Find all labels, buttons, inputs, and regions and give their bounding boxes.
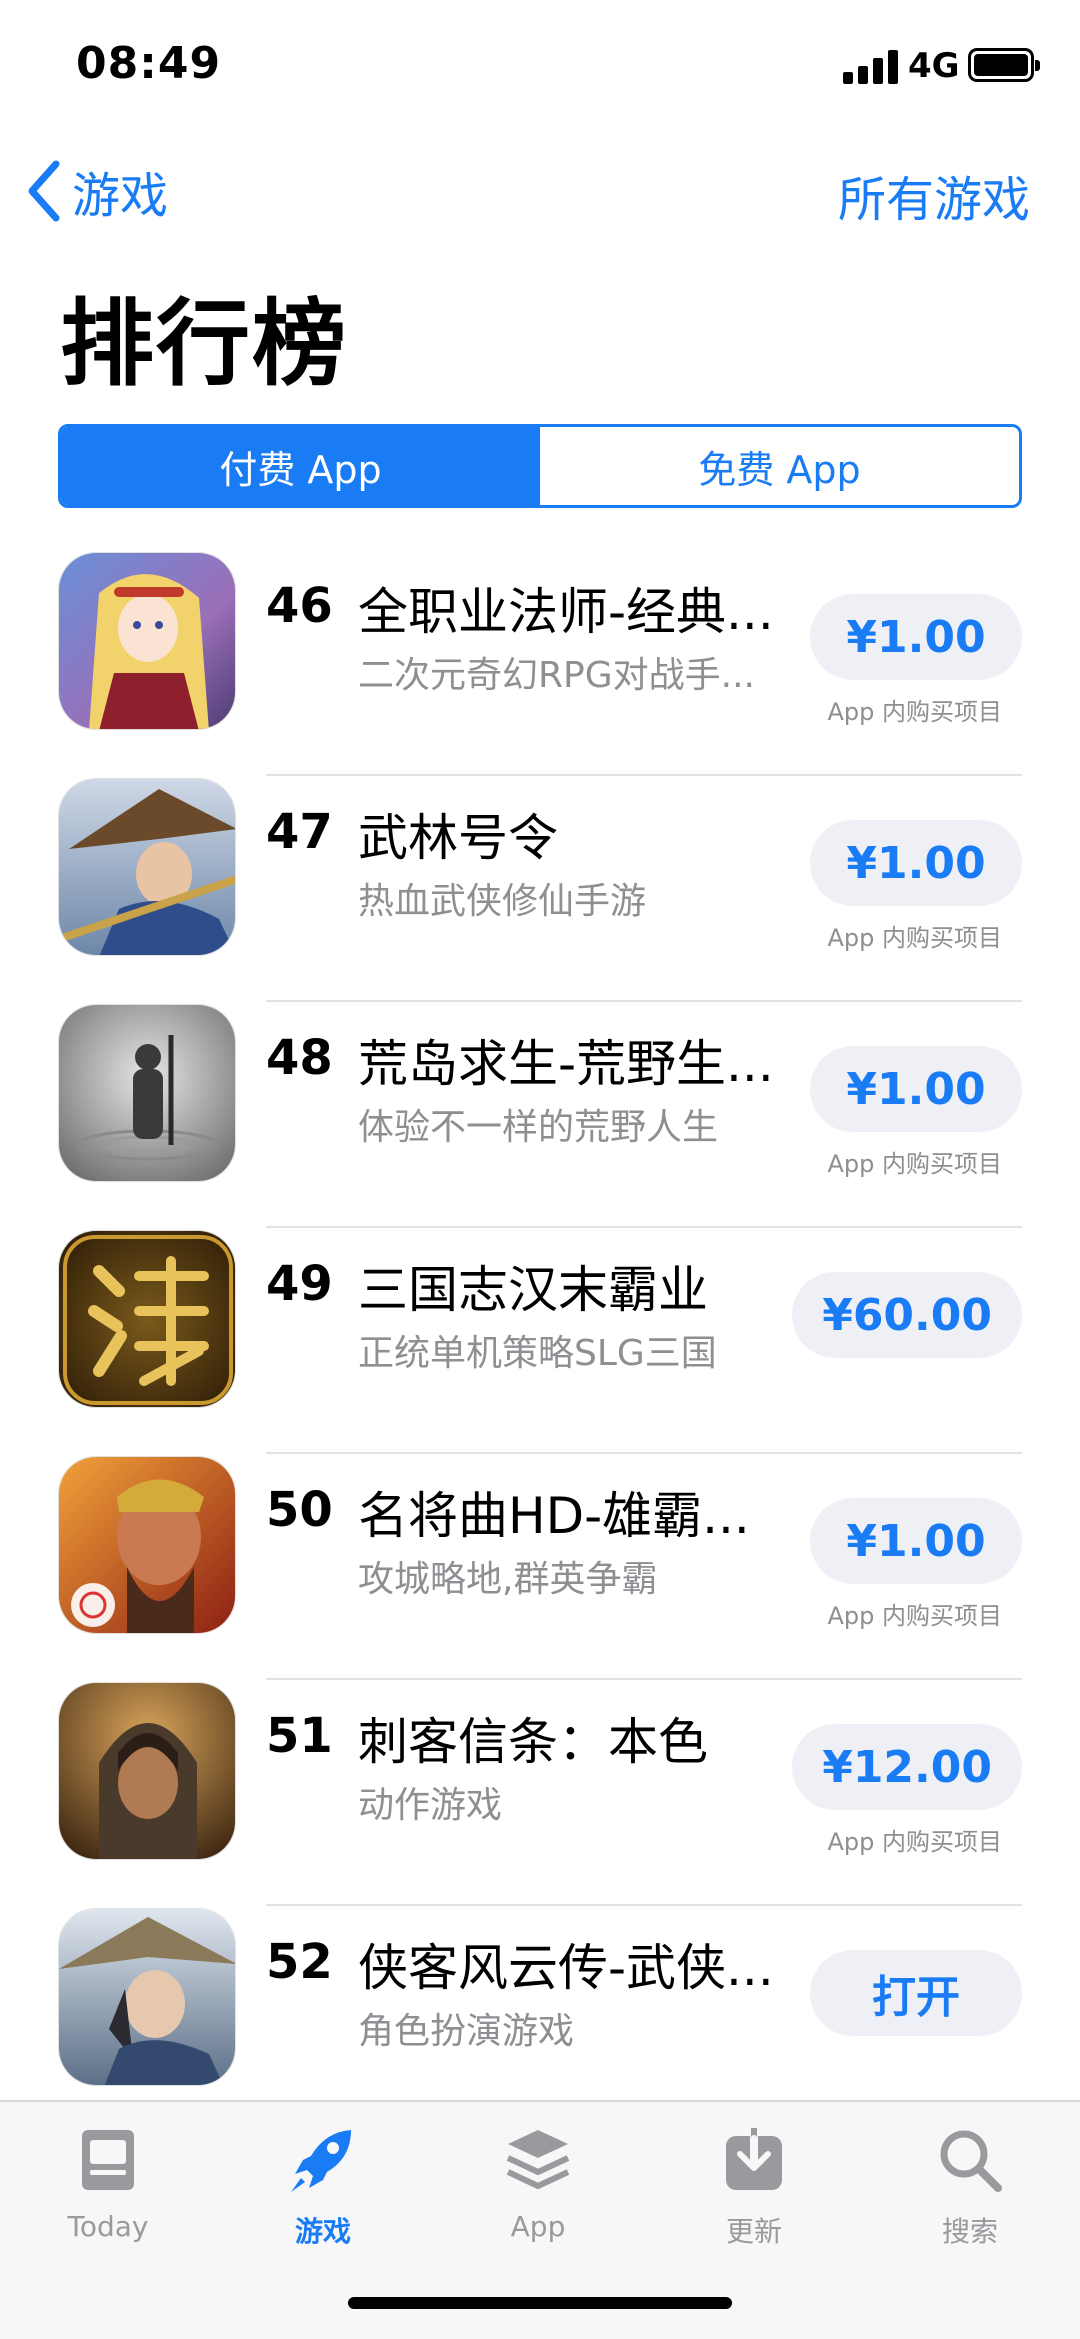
wuxia-hero-icon[interactable]: [58, 1908, 236, 2086]
app-name[interactable]: 三国志汉末霸业: [358, 1250, 778, 1322]
app-name[interactable]: 武林号令: [358, 798, 778, 870]
app-subtitle: 二次元奇幻RPG对战手...: [358, 655, 755, 696]
list-item[interactable]: 46 全职业法师-经典... 二次元奇幻RPG对战手... ¥1.00 App …: [0, 550, 1080, 776]
app-subtitle: 攻城略地,群英争霸: [358, 1559, 658, 1600]
general-warrior-icon[interactable]: [58, 1456, 236, 1634]
tab-label: 更新: [725, 2215, 782, 2248]
rocket-icon: [291, 2130, 351, 2192]
price-button[interactable]: ¥60.00: [792, 1272, 1022, 1358]
home-indicator: [348, 2297, 732, 2309]
rank-number: 49: [266, 1256, 333, 1312]
tab-label: 游戏: [294, 2215, 351, 2248]
list-item[interactable]: 51 刺客信条：本色 动作游戏 ¥12.00 App 内购买项目: [0, 1680, 1080, 1906]
in-app-purchase-note: App 内购买项目: [827, 924, 1002, 952]
tab-games[interactable]: 游戏: [253, 2122, 393, 2250]
swordsman-hat-icon[interactable]: [58, 778, 236, 956]
list-item[interactable]: 47 武林号令 热血武侠修仙手游 ¥1.00 App 内购买项目: [0, 776, 1080, 1002]
app-subtitle: 动作游戏: [358, 1785, 503, 1826]
back-button[interactable]: 游戏: [24, 158, 168, 224]
list-item[interactable]: 49 三国志汉末霸业 正统单机策略SLG三国 ¥60.00: [0, 1228, 1080, 1454]
app-name[interactable]: 侠客风云传-武侠...: [358, 1928, 778, 2000]
price-button[interactable]: ¥1.00: [810, 1046, 1022, 1132]
assassin-hood-icon[interactable]: [58, 1682, 236, 1860]
all-games-link[interactable]: 所有游戏: [838, 160, 1030, 230]
tab-updates[interactable]: 更新: [684, 2122, 824, 2250]
app-name[interactable]: 荒岛求生-荒野生...: [358, 1024, 778, 1096]
in-app-purchase-note: App 内购买项目: [827, 1150, 1002, 1178]
survivor-water-icon[interactable]: [58, 1004, 236, 1182]
today-icon: [82, 2130, 134, 2190]
back-label: 游戏: [72, 168, 169, 224]
tab-label: App: [510, 2210, 566, 2243]
list-item[interactable]: 48 荒岛求生-荒野生... 体验不一样的荒野人生 ¥1.00 App 内购买项…: [0, 1002, 1080, 1228]
battery-icon: [968, 48, 1040, 82]
price-button[interactable]: ¥12.00: [792, 1724, 1022, 1810]
app-name[interactable]: 名将曲HD-雄霸...: [358, 1476, 778, 1548]
chevron-left-icon: [28, 160, 60, 222]
list-item[interactable]: 52 侠客风云传-武侠... 角色扮演游戏 打开: [0, 1906, 1080, 2132]
tab-apps[interactable]: App: [468, 2122, 608, 2243]
tab-search[interactable]: 搜索: [900, 2122, 1040, 2250]
network-type: 4G: [908, 46, 960, 86]
segment-paid-apps[interactable]: 付费 App: [61, 427, 540, 505]
tab-today[interactable]: Today: [38, 2122, 178, 2243]
chart-type-segmented-control: 付费 App 免费 App: [58, 424, 1022, 508]
in-app-purchase-note: App 内购买项目: [827, 1828, 1002, 1856]
page-title: 排行榜: [60, 290, 349, 399]
rank-number: 52: [266, 1934, 333, 1990]
app-subtitle: 正统单机策略SLG三国: [358, 1333, 717, 1374]
segment-free-apps[interactable]: 免费 App: [540, 427, 1019, 505]
rank-number: 50: [266, 1482, 333, 1538]
list-item[interactable]: 50 名将曲HD-雄霸... 攻城略地,群英争霸 ¥1.00 App 内购买项目: [0, 1454, 1080, 1680]
price-button[interactable]: ¥1.00: [810, 594, 1022, 680]
tab-label: 搜索: [941, 2215, 998, 2248]
app-name[interactable]: 刺客信条：本色: [358, 1702, 778, 1774]
in-app-purchase-note: App 内购买项目: [827, 1602, 1002, 1630]
open-button[interactable]: 打开: [810, 1950, 1022, 2036]
rank-number: 46: [266, 578, 333, 634]
app-subtitle: 角色扮演游戏: [358, 2011, 575, 2052]
rank-number: 48: [266, 1030, 333, 1086]
app-subtitle: 热血武侠修仙手游: [358, 881, 647, 922]
in-app-purchase-note: App 内购买项目: [827, 698, 1002, 726]
cellular-signal-icon: [843, 50, 899, 84]
download-icon: [726, 2126, 782, 2190]
status-time: 08:49: [76, 38, 222, 89]
rank-number: 47: [266, 804, 333, 860]
tab-label: Today: [67, 2210, 149, 2243]
han-character-icon[interactable]: [58, 1230, 236, 1408]
app-subtitle: 体验不一样的荒野人生: [358, 1107, 719, 1148]
layers-icon: [506, 2130, 570, 2189]
search-icon: [940, 2130, 1002, 2192]
rank-number: 51: [266, 1708, 333, 1764]
price-button[interactable]: ¥1.00: [810, 820, 1022, 906]
app-name[interactable]: 全职业法师-经典...: [358, 572, 778, 644]
price-button[interactable]: ¥1.00: [810, 1498, 1022, 1584]
anime-mage-girl-icon[interactable]: [58, 552, 236, 730]
status-bar: 08:49 4G: [0, 0, 1080, 130]
